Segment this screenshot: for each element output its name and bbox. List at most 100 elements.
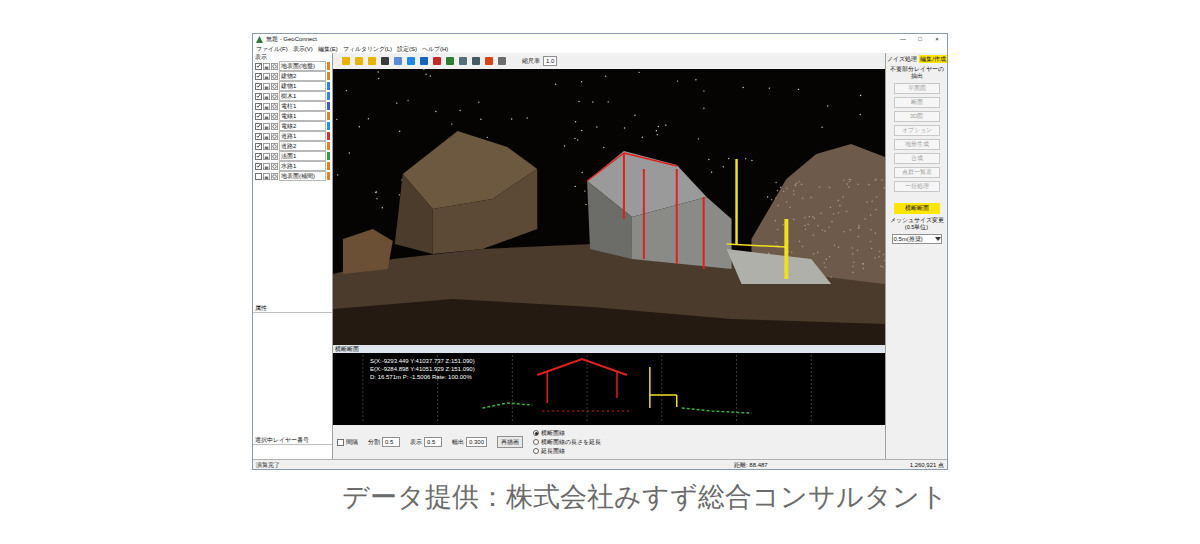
lock-icon[interactable]	[263, 123, 270, 130]
checkbox[interactable]	[255, 133, 262, 140]
radio-option[interactable]: 横断面線	[533, 429, 601, 437]
eye-icon[interactable]	[271, 143, 278, 150]
eye-icon[interactable]	[271, 153, 278, 160]
layer-row[interactable]: 建物2	[253, 71, 332, 81]
window-control[interactable]: ×	[930, 36, 944, 42]
checkbox[interactable]	[255, 83, 262, 90]
menu-item[interactable]: ファイル(F)	[256, 46, 288, 52]
toolbar-tool-icon[interactable]	[341, 56, 351, 66]
layer-row[interactable]: 水路1	[253, 161, 332, 171]
toolbar-tool-icon[interactable]	[380, 56, 390, 66]
menu-item[interactable]: 表示(V)	[293, 46, 313, 52]
layer-name[interactable]: 電柱1	[279, 101, 326, 111]
toolbar-tool-icon[interactable]	[471, 56, 481, 66]
checkbox[interactable]	[255, 73, 262, 80]
radio-option[interactable]: 横断面線の長さを延長	[533, 438, 601, 446]
toolbar-tool-icon[interactable]	[484, 56, 494, 66]
menu-item[interactable]: ヘルプ(H)	[422, 46, 448, 52]
eye-icon[interactable]	[271, 73, 278, 80]
eye-icon[interactable]	[271, 83, 278, 90]
panel-button[interactable]: 一括処理	[894, 181, 940, 192]
mesh-dropdown[interactable]: 0.5m(推奨)	[892, 234, 942, 244]
layer-name[interactable]: 道路1	[279, 131, 326, 141]
eye-icon[interactable]	[271, 63, 278, 70]
toolbar-tool-icon[interactable]	[497, 56, 507, 66]
layer-row[interactable]: 地表面(地盤)	[253, 61, 332, 71]
lock-icon[interactable]	[263, 153, 270, 160]
checkbox[interactable]	[255, 93, 262, 100]
field-input[interactable]: 0.5	[382, 437, 400, 447]
checkbox[interactable]	[337, 439, 344, 446]
layer-name[interactable]: 建物2	[279, 71, 326, 81]
menu-item[interactable]: 設定(S)	[397, 46, 417, 52]
checkbox[interactable]	[255, 153, 262, 160]
field-input[interactable]: 0.5	[424, 437, 442, 447]
lock-icon[interactable]	[263, 83, 270, 90]
panel-button[interactable]: 点群一覧表	[894, 167, 940, 178]
toolbar-tool-icon[interactable]	[458, 56, 468, 66]
panel-button[interactable]: オプション	[894, 125, 940, 136]
checkbox[interactable]	[255, 103, 262, 110]
panel-button[interactable]: 断面	[894, 97, 940, 108]
toolbar-tool-icon[interactable]	[354, 56, 364, 66]
lock-icon[interactable]	[263, 73, 270, 80]
eye-icon[interactable]	[271, 123, 278, 130]
view-3d[interactable]	[333, 69, 885, 345]
lock-icon[interactable]	[263, 173, 270, 180]
point-cloud-view[interactable]	[333, 69, 885, 345]
layer-row[interactable]: 地表面(補間)	[253, 171, 332, 181]
layer-name[interactable]: 樹木1	[279, 91, 326, 101]
eye-icon[interactable]	[271, 163, 278, 170]
window-control[interactable]: —	[896, 36, 910, 42]
layer-row[interactable]: 電線2	[253, 121, 332, 131]
lock-icon[interactable]	[263, 113, 270, 120]
lock-icon[interactable]	[263, 93, 270, 100]
panel-tab[interactable]: 編集/作成	[919, 55, 947, 63]
toolbar-tool-icon[interactable]	[445, 56, 455, 66]
lock-icon[interactable]	[263, 103, 270, 110]
cross-section-button[interactable]: 横断断面	[894, 203, 940, 214]
panel-button[interactable]: 地形生成	[894, 139, 940, 150]
layer-row[interactable]: 道路2	[253, 141, 332, 151]
layer-name[interactable]: 水路1	[279, 161, 326, 171]
layer-name[interactable]: 電線1	[279, 111, 326, 121]
checkbox[interactable]	[255, 123, 262, 130]
layer-row[interactable]: 道路1	[253, 131, 332, 141]
layer-name[interactable]: 法面1	[279, 151, 326, 161]
lock-icon[interactable]	[263, 143, 270, 150]
eye-icon[interactable]	[271, 133, 278, 140]
checkbox[interactable]	[255, 143, 262, 150]
checkbox[interactable]	[255, 63, 262, 70]
checkbox[interactable]	[255, 173, 262, 180]
checkbox[interactable]	[255, 163, 262, 170]
panel-button[interactable]: 合成	[894, 153, 940, 164]
checkbox[interactable]	[255, 113, 262, 120]
layer-name[interactable]: 地表面(補間)	[279, 171, 326, 181]
window-control[interactable]: □	[913, 36, 927, 42]
lock-icon[interactable]	[263, 163, 270, 170]
layer-row[interactable]: 法面1	[253, 151, 332, 161]
toolbar-tool-icon[interactable]	[367, 56, 377, 66]
field-input[interactable]: 0.300	[466, 437, 487, 447]
eye-icon[interactable]	[271, 113, 278, 120]
scale-field[interactable]: 1.0	[543, 56, 557, 66]
panel-tab[interactable]: ノイズ処理	[886, 55, 918, 63]
layer-name[interactable]: 電線2	[279, 121, 326, 131]
toolbar-tool-icon[interactable]	[432, 56, 442, 66]
eye-icon[interactable]	[271, 93, 278, 100]
redraw-button[interactable]: 再描画	[497, 436, 523, 448]
lock-icon[interactable]	[263, 133, 270, 140]
interval-option[interactable]: 間隔	[337, 438, 358, 446]
layer-name[interactable]: 建物1	[279, 81, 326, 91]
toolbar-tool-icon[interactable]	[406, 56, 416, 66]
panel-button[interactable]: 3D図	[894, 111, 940, 122]
layer-row[interactable]: 電線1	[253, 111, 332, 121]
layer-name[interactable]: 道路2	[279, 141, 326, 151]
toolbar-tool-icon[interactable]	[419, 56, 429, 66]
eye-icon[interactable]	[271, 173, 278, 180]
layer-row[interactable]: 建物1	[253, 81, 332, 91]
lock-icon[interactable]	[263, 63, 270, 70]
panel-button[interactable]: 平面図	[894, 83, 940, 94]
layer-row[interactable]: 電柱1	[253, 101, 332, 111]
menu-item[interactable]: 編集(E)	[318, 46, 338, 52]
